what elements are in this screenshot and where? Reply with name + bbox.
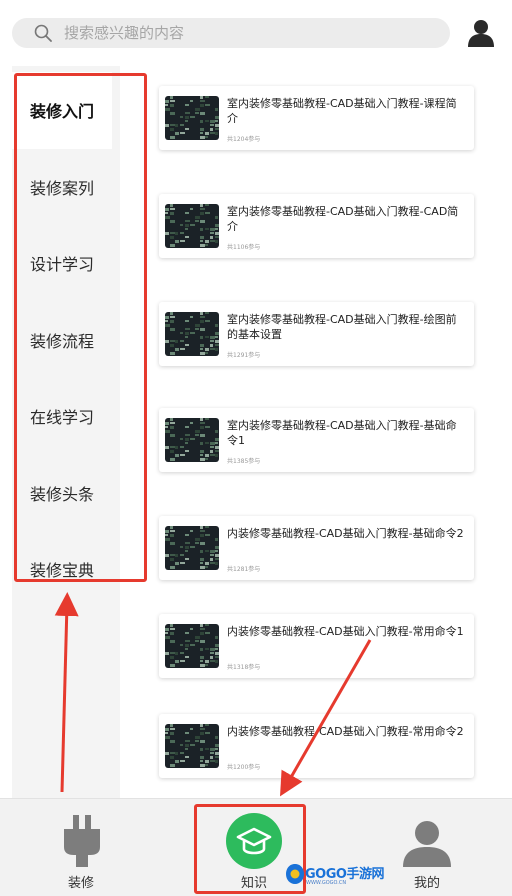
category-item[interactable]: 装修头条 bbox=[12, 455, 112, 532]
course-thumbnail bbox=[165, 96, 219, 140]
category-sidebar: 装修入门 装修案列 设计学习 装修流程 在线学习 装修头条 装修宝典 bbox=[12, 66, 120, 798]
course-participants: 共1385参与 bbox=[227, 458, 261, 465]
category-item[interactable]: 装修流程 bbox=[12, 302, 112, 379]
category-list: 装修入门 装修案列 设计学习 装修流程 在线学习 装修头条 装修宝典 bbox=[12, 72, 112, 608]
category-item[interactable]: 装修案列 bbox=[12, 149, 112, 226]
watermark-logo-icon bbox=[286, 864, 304, 884]
course-participants: 共1200参与 bbox=[227, 764, 261, 771]
bottom-nav: 装修 知识 我的 bbox=[0, 798, 512, 896]
search-bar[interactable] bbox=[12, 18, 450, 48]
user-icon[interactable] bbox=[466, 18, 496, 48]
search-icon bbox=[34, 24, 52, 42]
course-title: 室内装修零基础教程-CAD基础入门教程-基础命令1 bbox=[227, 419, 457, 447]
course-participants: 共1204参与 bbox=[227, 136, 261, 143]
course-title: 室内装修零基础教程-CAD基础入门教程-绘图前的基本设置 bbox=[227, 313, 457, 341]
course-thumbnail bbox=[165, 724, 219, 768]
watermark: GOGO手游网 WWW.GOGO.CN bbox=[283, 860, 387, 890]
profile-icon bbox=[403, 821, 451, 867]
graduation-cap-icon bbox=[226, 813, 282, 869]
tab-zhuangxiu-label: 装修 bbox=[67, 876, 94, 891]
watermark-subtext: WWW.GOGO.CN bbox=[306, 880, 347, 886]
course-thumbnail bbox=[165, 526, 219, 570]
course-thumbnail bbox=[165, 624, 219, 668]
course-participants: 共1281参与 bbox=[227, 566, 261, 573]
category-item[interactable]: 装修入门 bbox=[12, 72, 112, 149]
course-thumbnail bbox=[165, 418, 219, 462]
course-title: 内装修零基础教程-CAD基础入门教程-基础命令2 bbox=[227, 527, 464, 540]
course-title: 室内装修零基础教程-CAD基础入门教程-课程简介 bbox=[227, 97, 457, 125]
category-item[interactable]: 在线学习 bbox=[12, 378, 112, 455]
top-bar bbox=[0, 0, 512, 66]
course-thumbnail bbox=[165, 312, 219, 356]
course-thumbnail bbox=[165, 204, 219, 248]
course-card[interactable]: 室内装修零基础教程-CAD基础入门教程-CAD简介共1106参与 bbox=[159, 194, 474, 258]
course-card[interactable]: 内装修零基础教程-CAD基础入门教程-基础命令2 共1281参与 bbox=[159, 516, 474, 580]
course-participants: 共1106参与 bbox=[227, 244, 261, 251]
tab-zhuangxiu[interactable]: 装修 bbox=[21, 799, 141, 896]
course-participants: 共1318参与 bbox=[227, 664, 261, 671]
course-card[interactable]: 室内装修零基础教程-CAD基础入门教程-基础命令1 共1385参与 bbox=[159, 408, 474, 472]
course-participants: 共1291参与 bbox=[227, 352, 261, 359]
course-title: 室内装修零基础教程-CAD基础入门教程-CAD简介 bbox=[227, 205, 459, 233]
course-card[interactable]: 内装修零基础教程-CAD基础入门教程-常用命令1 共1318参与 bbox=[159, 614, 474, 678]
course-title: 内装修零基础教程-CAD基础入门教程-常用命令2 bbox=[227, 725, 464, 738]
course-card[interactable]: 室内装修零基础教程-CAD基础入门教程-课程简介共1204参与 bbox=[159, 86, 474, 150]
course-card[interactable]: 室内装修零基础教程-CAD基础入门教程-绘图前的基本设置共1291参与 bbox=[159, 302, 474, 366]
course-card[interactable]: 内装修零基础教程-CAD基础入门教程-常用命令2 共1200参与 bbox=[159, 714, 474, 778]
course-title: 内装修零基础教程-CAD基础入门教程-常用命令1 bbox=[227, 625, 464, 638]
category-item[interactable]: 装修宝典 bbox=[12, 531, 112, 608]
search-input[interactable] bbox=[64, 18, 434, 48]
plug-icon bbox=[64, 815, 100, 867]
category-item[interactable]: 设计学习 bbox=[12, 225, 112, 302]
